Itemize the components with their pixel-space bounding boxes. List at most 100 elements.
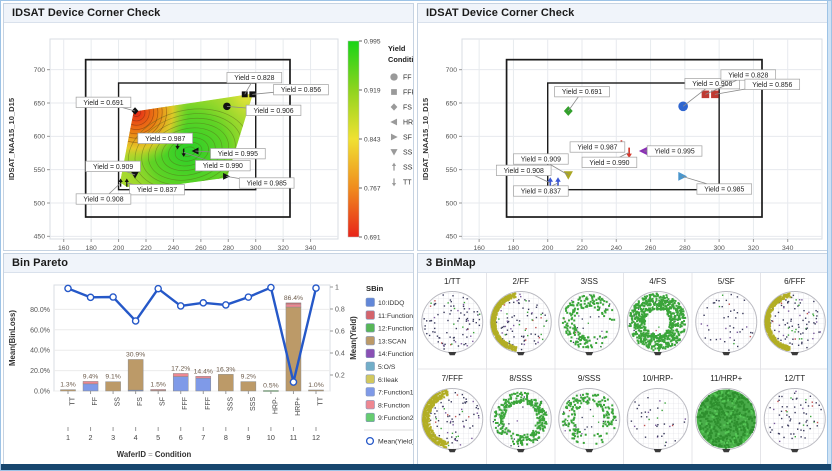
die-dot [734, 309, 735, 310]
die-dot [519, 320, 520, 321]
die-dot [572, 433, 574, 435]
die-dot [637, 318, 639, 320]
sbin-swatch [366, 311, 375, 320]
die-dot [582, 417, 583, 418]
die-dot [708, 395, 710, 397]
die-dot [740, 405, 742, 407]
die-dot [437, 314, 438, 315]
die-dot [648, 419, 649, 420]
die-dot [469, 308, 470, 309]
die-dot [781, 305, 782, 306]
die-dot [791, 330, 792, 331]
die-dot [583, 442, 585, 444]
die-dot [802, 320, 803, 321]
bar-stack [61, 390, 76, 391]
die-dot [813, 301, 814, 302]
legend-item-label: HRP- [403, 120, 413, 127]
die-dot [657, 417, 658, 418]
yield-line-marker [290, 379, 296, 385]
x-tick-label: 180 [85, 245, 97, 251]
yield-line-marker [313, 285, 319, 291]
die-dot [462, 334, 463, 335]
die-dot [590, 409, 591, 410]
die-dot [525, 398, 527, 400]
die-dot [577, 299, 579, 301]
die-dot [778, 301, 780, 303]
die-dot [433, 404, 435, 406]
die-dot [575, 428, 577, 430]
die-dot [537, 422, 539, 424]
die-dot [657, 436, 658, 437]
die-dot [463, 397, 464, 398]
die-dot [522, 406, 523, 407]
die-dot [449, 415, 450, 416]
die-dot [604, 415, 606, 417]
die-dot [674, 324, 676, 326]
die-dot [497, 335, 499, 337]
die-dot [451, 401, 452, 402]
wafer-die-grid [422, 292, 483, 353]
die-dot [611, 420, 613, 422]
die-dot [544, 426, 546, 428]
die-dot [783, 307, 784, 308]
die-dot [676, 308, 678, 310]
die-dot [599, 401, 601, 403]
die-dot [527, 438, 529, 440]
marker-tri-right [391, 134, 398, 141]
die-dot [731, 446, 733, 448]
y-tick-label: 700 [446, 67, 458, 74]
die-dot [526, 434, 528, 436]
wafer-map-2-FF: 2/FF [490, 277, 552, 355]
sbin-item-label: 11:Function3 [378, 313, 413, 320]
die-dot [730, 429, 732, 431]
die-dot [520, 442, 522, 444]
die-dot [597, 433, 599, 435]
die-dot [428, 412, 430, 414]
die-dot [740, 429, 742, 431]
die-dot [720, 338, 721, 339]
die-dot [447, 320, 448, 321]
die-dot [430, 303, 431, 304]
die-dot [722, 306, 723, 307]
die-dot [579, 406, 581, 408]
die-dot [498, 414, 500, 416]
die-dot [538, 417, 540, 419]
yield-line-marker [245, 294, 251, 300]
die-dot [539, 404, 541, 406]
die-dot [586, 403, 588, 405]
die-dot [723, 317, 724, 318]
die-dot [577, 308, 579, 310]
die-dot [654, 348, 656, 350]
die-dot [707, 428, 709, 430]
die-dot [636, 336, 638, 338]
die-dot [806, 324, 807, 325]
die-dot [635, 305, 637, 307]
die-dot [724, 341, 725, 342]
die-dot [681, 321, 683, 323]
die-dot [444, 344, 445, 345]
die-dot [534, 408, 536, 410]
die-dot [511, 437, 513, 439]
die-dot [503, 326, 504, 327]
die-dot [608, 417, 610, 419]
die-dot [582, 346, 584, 348]
die-dot [613, 319, 615, 321]
die-dot [682, 313, 684, 315]
die-dot [733, 343, 734, 344]
die-dot [586, 396, 588, 398]
yield-label: Yield = 0.691 [83, 100, 123, 107]
die-dot [715, 441, 717, 443]
wafer-analysis-dashboard: IDSAT Device Corner Check 16018020022024… [0, 0, 832, 471]
die-dot [812, 338, 813, 339]
die-dot [440, 440, 442, 442]
die-dot [498, 406, 500, 408]
die-dot [505, 326, 506, 327]
die-dot [669, 332, 671, 334]
right-tick-label: 0.6 [335, 329, 345, 336]
die-dot [435, 407, 436, 408]
die-dot [685, 418, 686, 419]
die-dot [427, 418, 429, 420]
die-dot [667, 337, 669, 339]
die-dot [567, 329, 569, 331]
die-dot [593, 416, 594, 417]
